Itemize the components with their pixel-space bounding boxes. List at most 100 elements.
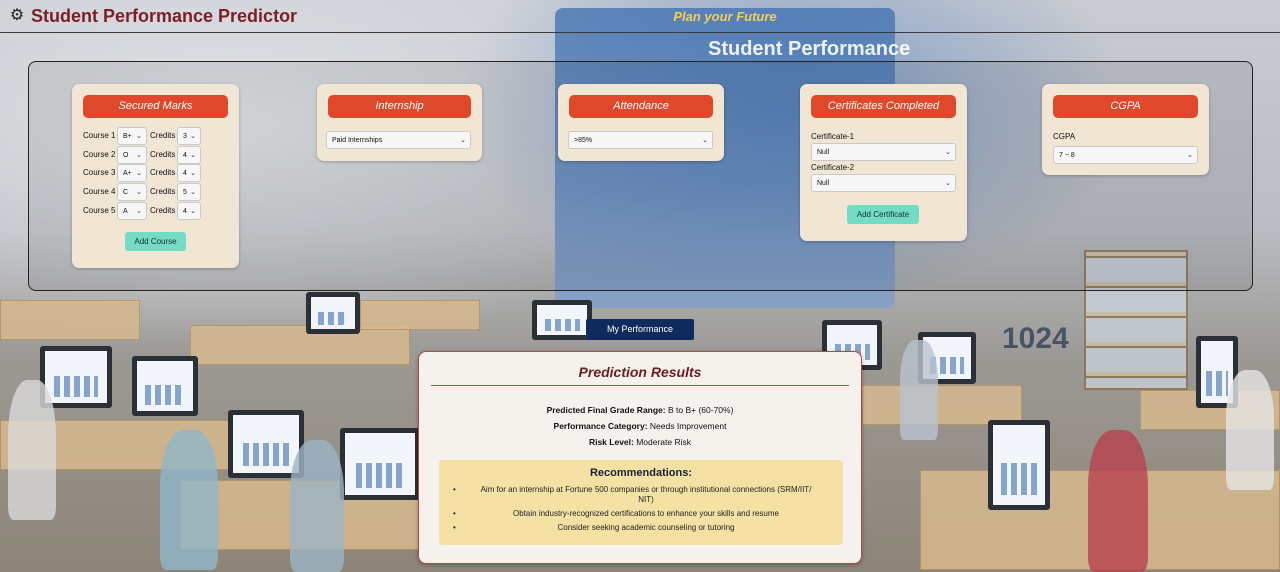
chevron-down-icon: ⌄ — [1187, 152, 1193, 159]
certificate-2-label: Certificate-2 — [811, 163, 855, 172]
bullet-icon: • — [453, 485, 456, 494]
background-monitor — [228, 410, 304, 478]
bullet-icon: • — [453, 523, 456, 532]
background-student — [1226, 370, 1274, 490]
internship-header: Internship — [328, 95, 471, 118]
certificate-1-label: Certificate-1 — [811, 132, 855, 141]
course-label: Course 5 — [83, 206, 116, 215]
background-monitor — [132, 356, 198, 416]
background-student — [290, 440, 344, 572]
bullet-icon: • — [453, 509, 456, 518]
background-board-text: Student Performance — [708, 38, 911, 60]
cgpa-card: CGPA CGPA 7 ~ 8 ⌄ — [1042, 84, 1209, 175]
recommendations-title: Recommendations: — [589, 467, 693, 479]
predicted-grade-value: B to B+ (60-70%) — [667, 405, 734, 415]
background-monitor — [340, 428, 420, 500]
background-desk — [190, 325, 410, 365]
credits-label: Credits — [150, 131, 176, 140]
certificate-1-select[interactable]: Null ⌄ — [811, 143, 956, 161]
course-5-grade-select[interactable]: A ⌄ — [117, 202, 147, 220]
internship-card: Internship Paid Internships ⌄ — [317, 84, 482, 161]
input-panel: Secured Marks Course 1 B+ ⌄ Credits 3 ⌄ Co… — [28, 61, 1253, 291]
performance-category-label: Performance Category: — [553, 421, 648, 431]
internship-select[interactable]: Paid Internships ⌄ — [326, 131, 471, 149]
background-desk — [0, 300, 140, 340]
chevron-down-icon: ⌄ — [136, 208, 142, 215]
chevron-down-icon: ⌄ — [136, 152, 142, 159]
risk-level-line: Risk Level: Moderate Risk — [419, 437, 861, 447]
certificate-2-value: Null — [817, 180, 830, 187]
credits-label: Credits — [150, 187, 176, 196]
credits-label: Credits — [150, 150, 176, 159]
chevron-down-icon: ⌄ — [190, 189, 196, 196]
background-monitor — [40, 346, 112, 408]
course-3-credits-select[interactable]: 4 ⌄ — [177, 164, 201, 182]
add-certificate-button[interactable]: Add Certificate — [847, 205, 919, 224]
list-item: • Aim for an internship at Fortune 500 c… — [453, 485, 829, 505]
predicted-grade-line: Predicted Final Grade Range: B to B+ (60… — [419, 405, 861, 415]
course-label: Course 2 — [83, 150, 116, 159]
recommendation-text: Obtain industry-recognized certification… — [513, 509, 779, 518]
course-5-grade-value: A — [123, 208, 128, 215]
recommendations-box: Recommendations: • Aim for an internship… — [439, 460, 843, 545]
my-performance-button[interactable]: My Performance — [586, 319, 694, 340]
chevron-down-icon: ⌄ — [702, 137, 708, 144]
results-title: Prediction Results — [578, 364, 702, 380]
credits-label: Credits — [150, 168, 176, 177]
list-item: • Obtain industry-recognized certificati… — [453, 509, 829, 519]
background-monitor — [306, 292, 360, 334]
background-student — [160, 430, 218, 570]
course-4-grade-value: C — [123, 189, 129, 196]
cgpa-label: CGPA — [1053, 132, 1076, 141]
chevron-down-icon: ⌄ — [460, 137, 466, 144]
risk-level-value: Moderate Risk — [636, 437, 692, 447]
attendance-selected-value: >85% — [574, 137, 593, 144]
internship-selected-value: Paid Internships — [332, 137, 383, 144]
background-desk — [920, 470, 1280, 570]
secured-marks-header: Secured Marks — [83, 95, 228, 118]
course-1-grade-value: B+ — [123, 133, 132, 140]
header-bar: ⚙ Student Performance Predictor Plan you… — [0, 0, 1280, 33]
course-1-credits-select[interactable]: 3 ⌄ — [177, 127, 201, 145]
certificate-1-value: Null — [817, 149, 830, 156]
course-2-grade-value: O — [123, 152, 129, 159]
course-label: Course 3 — [83, 168, 116, 177]
background-desk — [1140, 390, 1280, 430]
chevron-down-icon: ⌄ — [945, 149, 951, 156]
course-3-grade-select[interactable]: A+ ⌄ — [117, 164, 147, 182]
certificate-2-select[interactable]: Null ⌄ — [811, 174, 956, 192]
performance-category-line: Performance Category: Needs Improvement — [419, 421, 861, 431]
results-divider — [431, 385, 849, 386]
performance-category-value: Needs Improvement — [649, 421, 727, 431]
course-4-grade-select[interactable]: C ⌄ — [117, 183, 147, 201]
cgpa-header: CGPA — [1053, 95, 1198, 118]
background-desk — [360, 300, 480, 330]
credits-label: Credits — [150, 206, 176, 215]
background-student — [8, 380, 56, 520]
course-2-credits-value: 4 — [183, 152, 187, 159]
background-desk — [0, 420, 230, 470]
course-1-grade-select[interactable]: B+ ⌄ — [117, 127, 147, 145]
background-monitor — [988, 420, 1050, 510]
secured-marks-card: Secured Marks Course 1 B+ ⌄ Credits 3 ⌄ Co… — [72, 84, 239, 268]
attendance-select[interactable]: >85% ⌄ — [568, 131, 713, 149]
background-monitor — [1196, 336, 1238, 408]
background-student — [1088, 430, 1148, 572]
attendance-header: Attendance — [569, 95, 713, 118]
recommendation-text: Consider seeking academic counseling or … — [557, 523, 735, 532]
course-2-credits-select[interactable]: 4 ⌄ — [177, 146, 201, 164]
course-1-credits-value: 3 — [183, 133, 187, 140]
course-4-credits-select[interactable]: 5 ⌄ — [177, 183, 201, 201]
recommendation-text: Aim for an internship at Fortune 500 com… — [480, 485, 812, 504]
background-desk — [180, 480, 420, 550]
course-2-grade-select[interactable]: O ⌄ — [117, 146, 147, 164]
course-4-credits-value: 5 — [183, 189, 187, 196]
course-5-credits-select[interactable]: 4 ⌄ — [177, 202, 201, 220]
risk-level-label: Risk Level: — [588, 437, 634, 447]
tagline: Plan your Future — [673, 9, 777, 24]
background-monitor — [532, 300, 592, 340]
background-wall-number: 1024 — [1002, 322, 1069, 355]
cgpa-select[interactable]: 7 ~ 8 ⌄ — [1053, 146, 1198, 164]
add-course-button[interactable]: Add Course — [125, 232, 186, 251]
background-monitor — [918, 332, 976, 384]
